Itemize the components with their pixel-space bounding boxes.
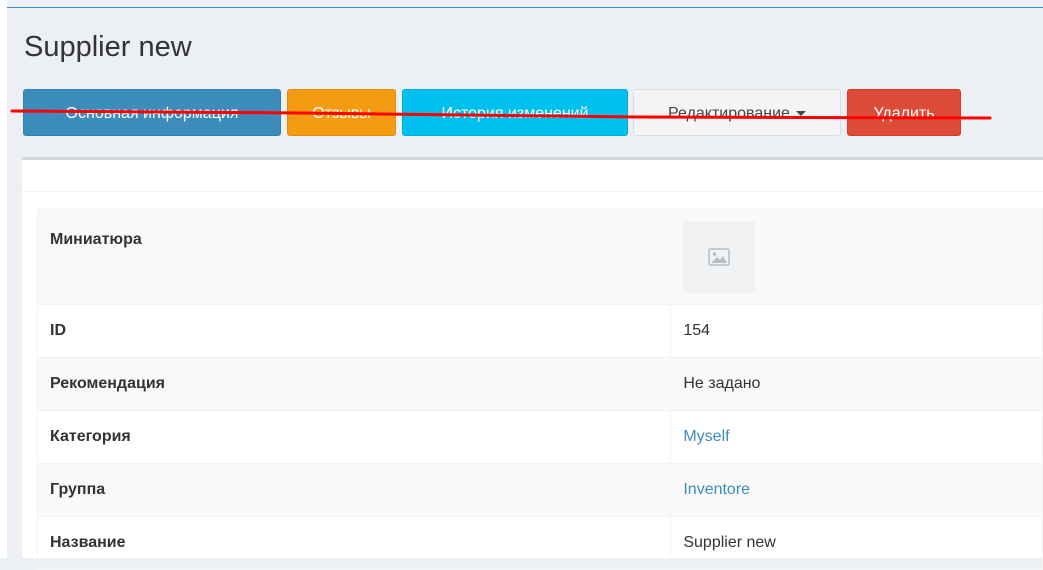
row-label: ID — [36, 304, 672, 358]
change-history-button[interactable]: История изменений — [402, 89, 628, 136]
edit-dropdown-label: Редактирование — [668, 105, 790, 122]
table-row: Группа Inventore — [36, 463, 1043, 517]
sidebar-edge — [0, 0, 7, 558]
row-label: Группа — [36, 463, 672, 517]
row-value — [670, 208, 1043, 305]
header-divider — [7, 7, 1043, 8]
row-value: 154 — [670, 304, 1043, 358]
group-link[interactable]: Inventore — [683, 481, 750, 498]
row-label: Название — [36, 516, 672, 570]
row-label: Категория — [36, 410, 672, 464]
table-row: Рекомендация Не задано — [36, 357, 1043, 411]
table-row: ID 154 — [36, 304, 1043, 358]
row-label: Рекомендация — [36, 357, 672, 411]
edit-dropdown-button[interactable]: Редактирование — [633, 89, 841, 136]
row-label: Миниатюра — [36, 208, 672, 305]
table-row: Категория Myself — [36, 410, 1043, 464]
image-placeholder-icon — [708, 247, 731, 266]
table-row: Название Supplier new — [36, 516, 1043, 570]
box-header — [22, 160, 1043, 192]
page-title: Supplier new — [24, 31, 192, 63]
main-info-button[interactable]: Основная информация — [23, 89, 281, 136]
delete-button[interactable]: Удалить — [847, 89, 961, 136]
table-row: Миниатюра — [36, 208, 1043, 305]
detail-box: Миниатюра ID 154 Рекомендация Не задано … — [22, 157, 1043, 570]
category-link[interactable]: Myself — [683, 428, 729, 445]
detail-table: Миниатюра ID 154 Рекомендация Не задано … — [36, 208, 1043, 570]
thumbnail — [683, 220, 756, 293]
row-value: Не задано — [670, 357, 1043, 411]
row-value: Supplier new — [670, 516, 1043, 570]
reviews-button[interactable]: Отзывы — [287, 89, 396, 136]
row-value: Inventore — [670, 463, 1043, 517]
caret-down-icon — [795, 111, 806, 117]
row-value: Myself — [670, 410, 1043, 464]
